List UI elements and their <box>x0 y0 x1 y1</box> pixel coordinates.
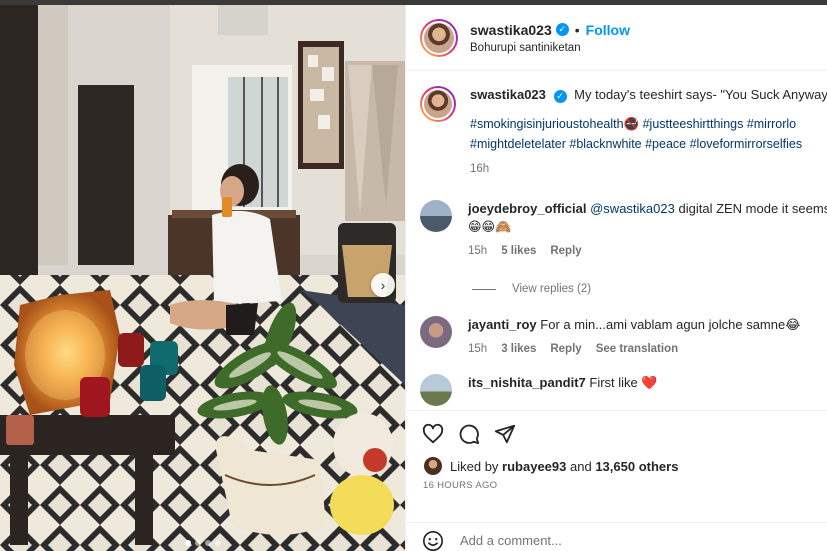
add-comment-input[interactable] <box>460 533 760 548</box>
separator: • <box>574 21 580 38</box>
caption-text: My today's teeshirt says- "You Suck Anyw… <box>574 87 827 102</box>
reply-button[interactable]: Reply <box>550 242 581 260</box>
post-sidebar: swastika023 ✓ • Follow Bohurupi santinik… <box>405 5 827 551</box>
comment-time[interactable]: 15h <box>468 340 487 358</box>
comment-time[interactable]: 15h <box>468 242 487 260</box>
comment-avatar[interactable] <box>420 316 452 348</box>
heart-emoji: ❤️ <box>641 375 658 390</box>
caption-username[interactable]: swastika023 <box>470 87 546 102</box>
likes-others[interactable]: 13,650 others <box>595 459 678 474</box>
likes-joiner: and <box>570 458 592 474</box>
carousel-dot[interactable] <box>194 540 201 546</box>
caption-avatar[interactable] <box>420 86 456 122</box>
heart-icon[interactable] <box>422 423 444 445</box>
reply-button[interactable]: Reply <box>550 340 581 358</box>
liker-avatar[interactable] <box>424 457 442 475</box>
comments-list[interactable]: swastika023 ✓ My today's teeshirt says- … <box>406 72 827 409</box>
carousel-dot[interactable] <box>214 540 221 546</box>
comment-icon[interactable] <box>458 423 480 445</box>
verified-icon: ✓ <box>553 89 567 103</box>
header-username[interactable]: swastika023 <box>470 22 552 38</box>
comment-likes[interactable]: 5 likes <box>501 242 536 260</box>
caption-hashtags[interactable]: #smokingisinjurioustohealth🚭 #justteeshi… <box>470 114 827 154</box>
post-photo[interactable]: › <box>0 5 405 551</box>
carousel-dot[interactable] <box>184 540 191 546</box>
comment-item: joeydebroy_official @swastika023 digital… <box>420 200 827 260</box>
comment-text: digital ZEN mode it seems <box>678 201 827 216</box>
avatar[interactable] <box>420 18 458 57</box>
add-comment-bar <box>406 522 827 551</box>
view-replies-button[interactable]: View replies (2) <box>472 283 591 295</box>
comment-text: First like <box>589 375 638 390</box>
post-header: swastika023 ✓ • Follow Bohurupi santinik… <box>406 5 827 71</box>
share-icon[interactable] <box>494 423 516 445</box>
divider <box>472 288 496 290</box>
comment-avatar[interactable] <box>420 374 452 406</box>
carousel-dots <box>0 540 405 546</box>
comment-item: jayanti_roy For a min...ami vablam agun … <box>420 316 827 358</box>
liker-username[interactable]: rubayee93 <box>502 459 566 474</box>
comment-item: its_nishita_pandit7 First like ❤️ <box>420 374 827 406</box>
comment-username[interactable]: jayanti_roy <box>468 317 537 332</box>
caption-time[interactable]: 16h <box>470 160 489 178</box>
follow-button[interactable]: Follow <box>586 22 630 38</box>
comment-username[interactable]: joeydebroy_official <box>468 201 586 216</box>
comment-username[interactable]: its_nishita_pandit7 <box>468 375 586 390</box>
caption: swastika023 ✓ My today's teeshirt says- … <box>420 86 827 178</box>
verified-icon: ✓ <box>555 23 569 36</box>
comment-emoji: 😁😁🙈 <box>468 219 512 234</box>
photo-illustration <box>0 5 405 551</box>
post-timestamp[interactable]: 16 HOURS AGO <box>406 475 827 491</box>
location-link[interactable]: Bohurupi santiniketan <box>470 42 630 54</box>
emoji-icon[interactable] <box>422 530 444 551</box>
next-arrow-icon[interactable]: › <box>371 273 395 297</box>
comment-likes[interactable]: 3 likes <box>501 340 536 358</box>
see-translation-button[interactable]: See translation <box>596 340 678 358</box>
view-replies-label: View replies (2) <box>512 283 592 295</box>
likes-summary: Liked by rubayee93 and 13,650 others <box>406 445 827 475</box>
comment-mention[interactable]: @swastika023 <box>590 201 675 216</box>
carousel-dot[interactable] <box>204 540 211 546</box>
likes-prefix: Liked by <box>450 458 499 474</box>
comment-text: For a min...ami vablam agun jolche samne… <box>540 317 801 332</box>
comment-avatar[interactable] <box>420 200 452 232</box>
post-actions: Liked by rubayee93 and 13,650 others 16 … <box>406 410 827 551</box>
